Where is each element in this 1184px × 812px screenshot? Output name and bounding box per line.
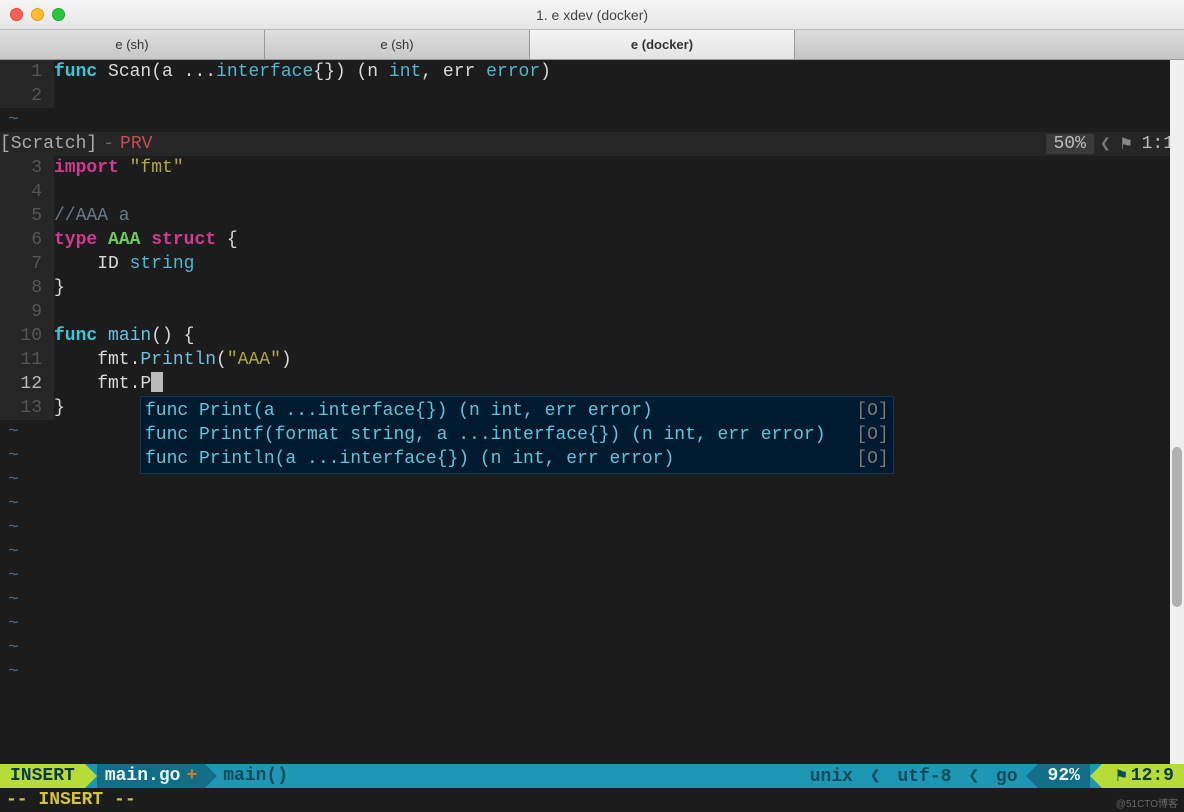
- code-line[interactable]: 7 ID string: [0, 252, 1184, 276]
- completion-source: [O]: [836, 449, 888, 469]
- chevron-left-icon: [864, 767, 887, 787]
- line-number: 13: [0, 396, 54, 420]
- line-number: 9: [0, 300, 54, 324]
- line-number: 6: [0, 228, 54, 252]
- completion-item[interactable]: func Println(a ...interface{}) (n int, e…: [145, 447, 889, 471]
- file-name: main.go: [105, 766, 181, 786]
- code-line[interactable]: 9: [0, 300, 1184, 324]
- cursor: [151, 372, 163, 392]
- function-segment: main(): [217, 766, 288, 786]
- flag-icon: [1112, 765, 1131, 787]
- line-number: 2: [0, 84, 54, 108]
- fileformat-segment: unix utf-8 go: [802, 765, 1026, 787]
- code-line[interactable]: 2: [0, 84, 1184, 108]
- completion-source: [O]: [836, 425, 888, 445]
- separator-icon: [85, 764, 97, 788]
- tilde: ~: [0, 420, 19, 444]
- separator-icon: [205, 764, 217, 788]
- line-number: 7: [0, 252, 54, 276]
- code-line[interactable]: 11 fmt.Println("AAA"): [0, 348, 1184, 372]
- chevron-left-icon: [962, 767, 985, 787]
- line-number: 3: [0, 156, 54, 180]
- code-line[interactable]: 3import "fmt": [0, 156, 1184, 180]
- percent: 50%: [1046, 134, 1094, 154]
- chevron-left-icon: ❮: [1100, 133, 1111, 155]
- scrollbar[interactable]: [1170, 60, 1184, 764]
- completion-popup[interactable]: func Print(a ...interface{}) (n int, err…: [140, 396, 894, 474]
- scrollbar-thumb[interactable]: [1172, 447, 1182, 607]
- tilde: ~: [0, 492, 19, 516]
- tilde: ~: [0, 588, 19, 612]
- code-line[interactable]: 12 fmt.P: [0, 372, 1184, 396]
- tilde: ~: [0, 660, 19, 684]
- position-segment: 12:9: [1102, 764, 1184, 788]
- code-line[interactable]: 8}: [0, 276, 1184, 300]
- tab-bar-filler: [795, 30, 1184, 59]
- tilde: ~: [0, 468, 19, 492]
- line-number: 5: [0, 204, 54, 228]
- completion-item[interactable]: func Print(a ...interface{}) (n int, err…: [145, 399, 889, 423]
- command-line[interactable]: -- INSERT --: [0, 788, 1184, 812]
- tab-2[interactable]: e (sh): [265, 30, 530, 59]
- buffer-flags: PRV: [120, 134, 152, 154]
- mode-segment: INSERT: [0, 764, 85, 788]
- code-line[interactable]: 5//AAA a: [0, 204, 1184, 228]
- code-line[interactable]: 4: [0, 180, 1184, 204]
- file-segment: main.go +: [97, 764, 205, 788]
- editor-area[interactable]: 1func Scan(a ...interface{}) (n int, err…: [0, 60, 1184, 764]
- line-number: 4: [0, 180, 54, 204]
- tilde: ~: [0, 540, 19, 564]
- line-number: 12: [0, 372, 54, 396]
- buffer-name: [Scratch]: [0, 134, 97, 154]
- tilde: ~: [0, 612, 19, 636]
- flag-icon: [1117, 133, 1136, 155]
- tilde: ~: [0, 108, 19, 132]
- window-title: 1. e xdev (docker): [0, 7, 1184, 23]
- tilde: ~: [0, 516, 19, 540]
- code-line[interactable]: 10func main() {: [0, 324, 1184, 348]
- modified-icon: +: [186, 766, 197, 786]
- split-statusbar: [Scratch]-PRV50%❮1:1: [0, 132, 1184, 156]
- code-line[interactable]: 6type AAA struct {: [0, 228, 1184, 252]
- separator-icon: [1026, 764, 1038, 788]
- tilde: ~: [0, 564, 19, 588]
- titlebar[interactable]: 1. e xdev (docker): [0, 0, 1184, 30]
- tab-1[interactable]: e (sh): [0, 30, 265, 59]
- percent-segment: 92%: [1038, 764, 1090, 788]
- code-line[interactable]: 1func Scan(a ...interface{}) (n int, err…: [0, 60, 1184, 84]
- tab-3[interactable]: e (docker): [530, 30, 795, 59]
- line-number: 1: [0, 60, 54, 84]
- completion-item[interactable]: func Printf(format string, a ...interfac…: [145, 423, 889, 447]
- terminal-window: 1. e xdev (docker) e (sh) e (sh) e (dock…: [0, 0, 1184, 812]
- tab-bar: e (sh) e (sh) e (docker): [0, 30, 1184, 60]
- line-number: 10: [0, 324, 54, 348]
- watermark: @51CTO博客: [1116, 795, 1178, 810]
- line-number: 11: [0, 348, 54, 372]
- statusbar: INSERT main.go + main() unix utf-8 go 92…: [0, 764, 1184, 788]
- separator-icon: [1090, 764, 1102, 788]
- line-number: 8: [0, 276, 54, 300]
- tilde: ~: [0, 636, 19, 660]
- completion-source: [O]: [836, 401, 888, 421]
- tilde: ~: [0, 444, 19, 468]
